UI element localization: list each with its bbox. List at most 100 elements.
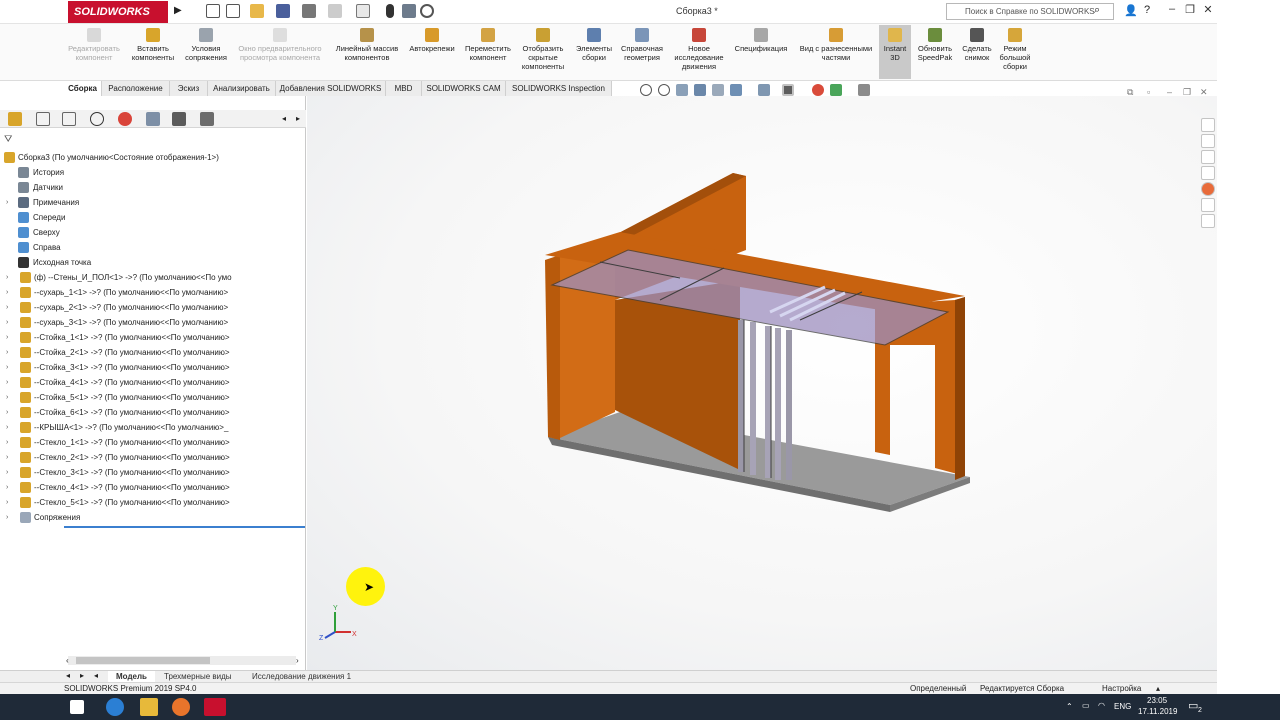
notification-icon[interactable]: ▭ — [1188, 699, 1198, 712]
sw-resources-icon[interactable] — [1201, 118, 1215, 132]
smart-fasteners-button[interactable]: Автокрепежи — [404, 28, 460, 53]
tree-item[interactable]: › (ф) --Стены_И_ПОЛ<1> ->? (По умолчанию<… — [0, 270, 306, 285]
scroll-right-arrow-icon[interactable]: › — [296, 656, 299, 665]
tree-item[interactable]: Сверху — [0, 225, 306, 240]
exploded-view-button[interactable]: Вид с разнесенными частями — [796, 28, 876, 62]
speedpak-button[interactable]: Обновить SpeedPak — [914, 28, 956, 62]
language-indicator[interactable]: ENG — [1114, 702, 1131, 711]
tree-item[interactable]: › --Стекло_5<1> ->? (По умолчанию<<По умо… — [0, 495, 306, 510]
property-manager-tab-icon[interactable] — [36, 112, 50, 126]
tab-3d-views[interactable]: Трехмерные виды — [156, 671, 240, 682]
home-icon[interactable] — [206, 4, 220, 18]
tree-item[interactable]: › --Стойка_3<1> ->? (По умолчанию<<По умо… — [0, 360, 306, 375]
tree-item[interactable]: › --Стекло_3<1> ->? (По умолчанию<<По умо… — [0, 465, 306, 480]
view-settings-icon[interactable] — [858, 84, 870, 96]
open-icon[interactable] — [250, 4, 264, 18]
linear-pattern-button[interactable]: Линейный массив компонентов — [332, 28, 402, 62]
tab-mbd[interactable]: MBD — [386, 81, 422, 96]
tab-cam[interactable]: SOLIDWORKS CAM — [422, 81, 506, 96]
tab-model[interactable]: Модель — [108, 671, 155, 682]
dimxpert-tab-icon[interactable] — [90, 112, 104, 126]
view-orientation-icon[interactable] — [730, 84, 742, 96]
edit-appearance-icon[interactable] — [812, 84, 824, 96]
tab-assembly[interactable]: Сборка — [64, 81, 102, 96]
tree-item[interactable]: › --сухарь_1<1> ->? (По умолчанию<<По умо… — [0, 285, 306, 300]
tree-item[interactable]: › --Стекло_1<1> ->? (По умолчанию<<По умо… — [0, 435, 306, 450]
bottom-nav-left-icon[interactable]: ◂ — [66, 671, 70, 680]
viewport-restore-icon[interactable]: ❐ — [1183, 87, 1191, 98]
undo-icon[interactable] — [328, 4, 342, 18]
configuration-manager-tab-icon[interactable] — [62, 112, 76, 126]
view-palette-icon[interactable] — [1201, 166, 1215, 180]
section-view-icon[interactable] — [694, 84, 706, 96]
expand-arrow-icon[interactable]: › — [6, 300, 8, 315]
tree-item[interactable]: › --Стойка_1<1> ->? (По умолчанию<<По умо… — [0, 330, 306, 345]
feature-tree-tab-icon[interactable] — [8, 112, 22, 126]
expand-arrow-icon[interactable]: › — [6, 345, 8, 360]
tray-up-arrow-icon[interactable]: ⌃ — [1066, 702, 1073, 711]
select-icon[interactable] — [356, 4, 370, 18]
scrollbar-thumb[interactable] — [76, 657, 210, 664]
zoom-area-icon[interactable] — [658, 84, 670, 96]
expand-arrow-icon[interactable]: › — [6, 375, 8, 390]
print-icon[interactable] — [302, 4, 316, 18]
viewport-maximize-icon[interactable]: ▫ — [1147, 87, 1150, 97]
assembly-features-button[interactable]: Элементы сборки — [572, 28, 616, 62]
cam-feature-tab-icon[interactable] — [146, 112, 160, 126]
mate-button[interactable]: Условия сопряжения — [180, 28, 232, 62]
clock-time[interactable]: 23:05 — [1147, 696, 1167, 705]
rebuild-icon[interactable] — [386, 4, 394, 18]
firefox-icon[interactable] — [172, 698, 190, 716]
motion-study-button[interactable]: Новое исследование движения — [670, 28, 728, 71]
large-assembly-button[interactable]: Режим большой сборки — [996, 28, 1034, 71]
tab-inspection[interactable]: SOLIDWORKS Inspection — [506, 81, 612, 96]
expand-arrow-icon[interactable]: › — [6, 405, 8, 420]
expand-arrow-icon[interactable]: › — [6, 510, 8, 525]
expand-arrow-icon[interactable]: › — [6, 450, 8, 465]
viewport-minimize-icon[interactable]: – — [1167, 87, 1172, 97]
scroll-left-arrow-icon[interactable]: ‹ — [66, 656, 69, 665]
tree-item[interactable]: Датчики — [0, 180, 306, 195]
minimize-icon[interactable]: – — [1164, 3, 1180, 19]
edge-icon[interactable] — [106, 698, 124, 716]
close-icon[interactable]: ✕ — [1200, 3, 1216, 19]
file-explorer-icon[interactable] — [1201, 150, 1215, 164]
expand-arrow-icon[interactable]: › — [6, 330, 8, 345]
tree-item[interactable]: › --Стекло_2<1> ->? (По умолчанию<<По умо… — [0, 450, 306, 465]
tree-item[interactable]: › Сопряжения — [0, 510, 306, 525]
zoom-fit-icon[interactable] — [640, 84, 652, 96]
preview-window-button[interactable]: Окно предварительного просмотра компонен… — [232, 28, 328, 62]
dynamic-annotation-icon[interactable] — [712, 84, 724, 96]
solidworks-taskbar-icon[interactable] — [204, 698, 226, 716]
tree-item[interactable]: › --Стойка_5<1> ->? (По умолчанию<<По умо… — [0, 390, 306, 405]
user-icon[interactable]: 👤 — [1124, 4, 1138, 17]
tree-item[interactable]: › --сухарь_3<1> ->? (По умолчанию<<По умо… — [0, 315, 306, 330]
tree-item[interactable]: › --Стекло_4<1> ->? (По умолчанию<<По умо… — [0, 480, 306, 495]
expand-arrow-icon[interactable]: › — [6, 390, 8, 405]
tree-item[interactable]: Спереди — [0, 210, 306, 225]
graphics-area[interactable]: X Y Z ⧉ ▫ – ❐ ✕ — [307, 87, 1217, 670]
display-manager-tab-icon[interactable] — [118, 112, 132, 126]
new-document-icon[interactable] — [226, 4, 240, 18]
filter-icon[interactable]: ⛛ — [4, 134, 12, 145]
forum-icon[interactable] — [1201, 214, 1215, 228]
panel-scroll-left-icon[interactable]: ◂ — [282, 114, 286, 123]
tree-item[interactable]: Справа — [0, 240, 306, 255]
expand-arrow-icon[interactable]: › — [6, 420, 8, 435]
expand-arrow-icon[interactable]: › — [6, 360, 8, 375]
expand-arrow-icon[interactable]: › — [6, 270, 8, 285]
tree-item[interactable]: › --КРЫША<1> ->? (По умолчанию<<По умолча… — [0, 420, 306, 435]
tab-motion-study[interactable]: Исследование движения 1 — [244, 671, 359, 682]
panel-scroll-right-icon[interactable]: ▸ — [296, 114, 300, 123]
expand-arrow-icon[interactable]: › — [6, 435, 8, 450]
windows-start-icon[interactable] — [70, 700, 84, 714]
bottom-nav-right-icon[interactable]: ▸ — [80, 671, 84, 680]
tab-evaluate[interactable]: Анализировать — [208, 81, 276, 96]
tree-item[interactable]: История — [0, 165, 306, 180]
restore-icon[interactable]: ❐ — [1182, 3, 1198, 19]
assembly-model[interactable] — [307, 96, 1217, 670]
expand-arrow-icon[interactable]: › — [6, 285, 8, 300]
options-gear-icon[interactable] — [420, 4, 434, 18]
previous-view-icon[interactable] — [676, 84, 688, 96]
instant3d-button[interactable]: Instant 3D — [879, 25, 911, 79]
